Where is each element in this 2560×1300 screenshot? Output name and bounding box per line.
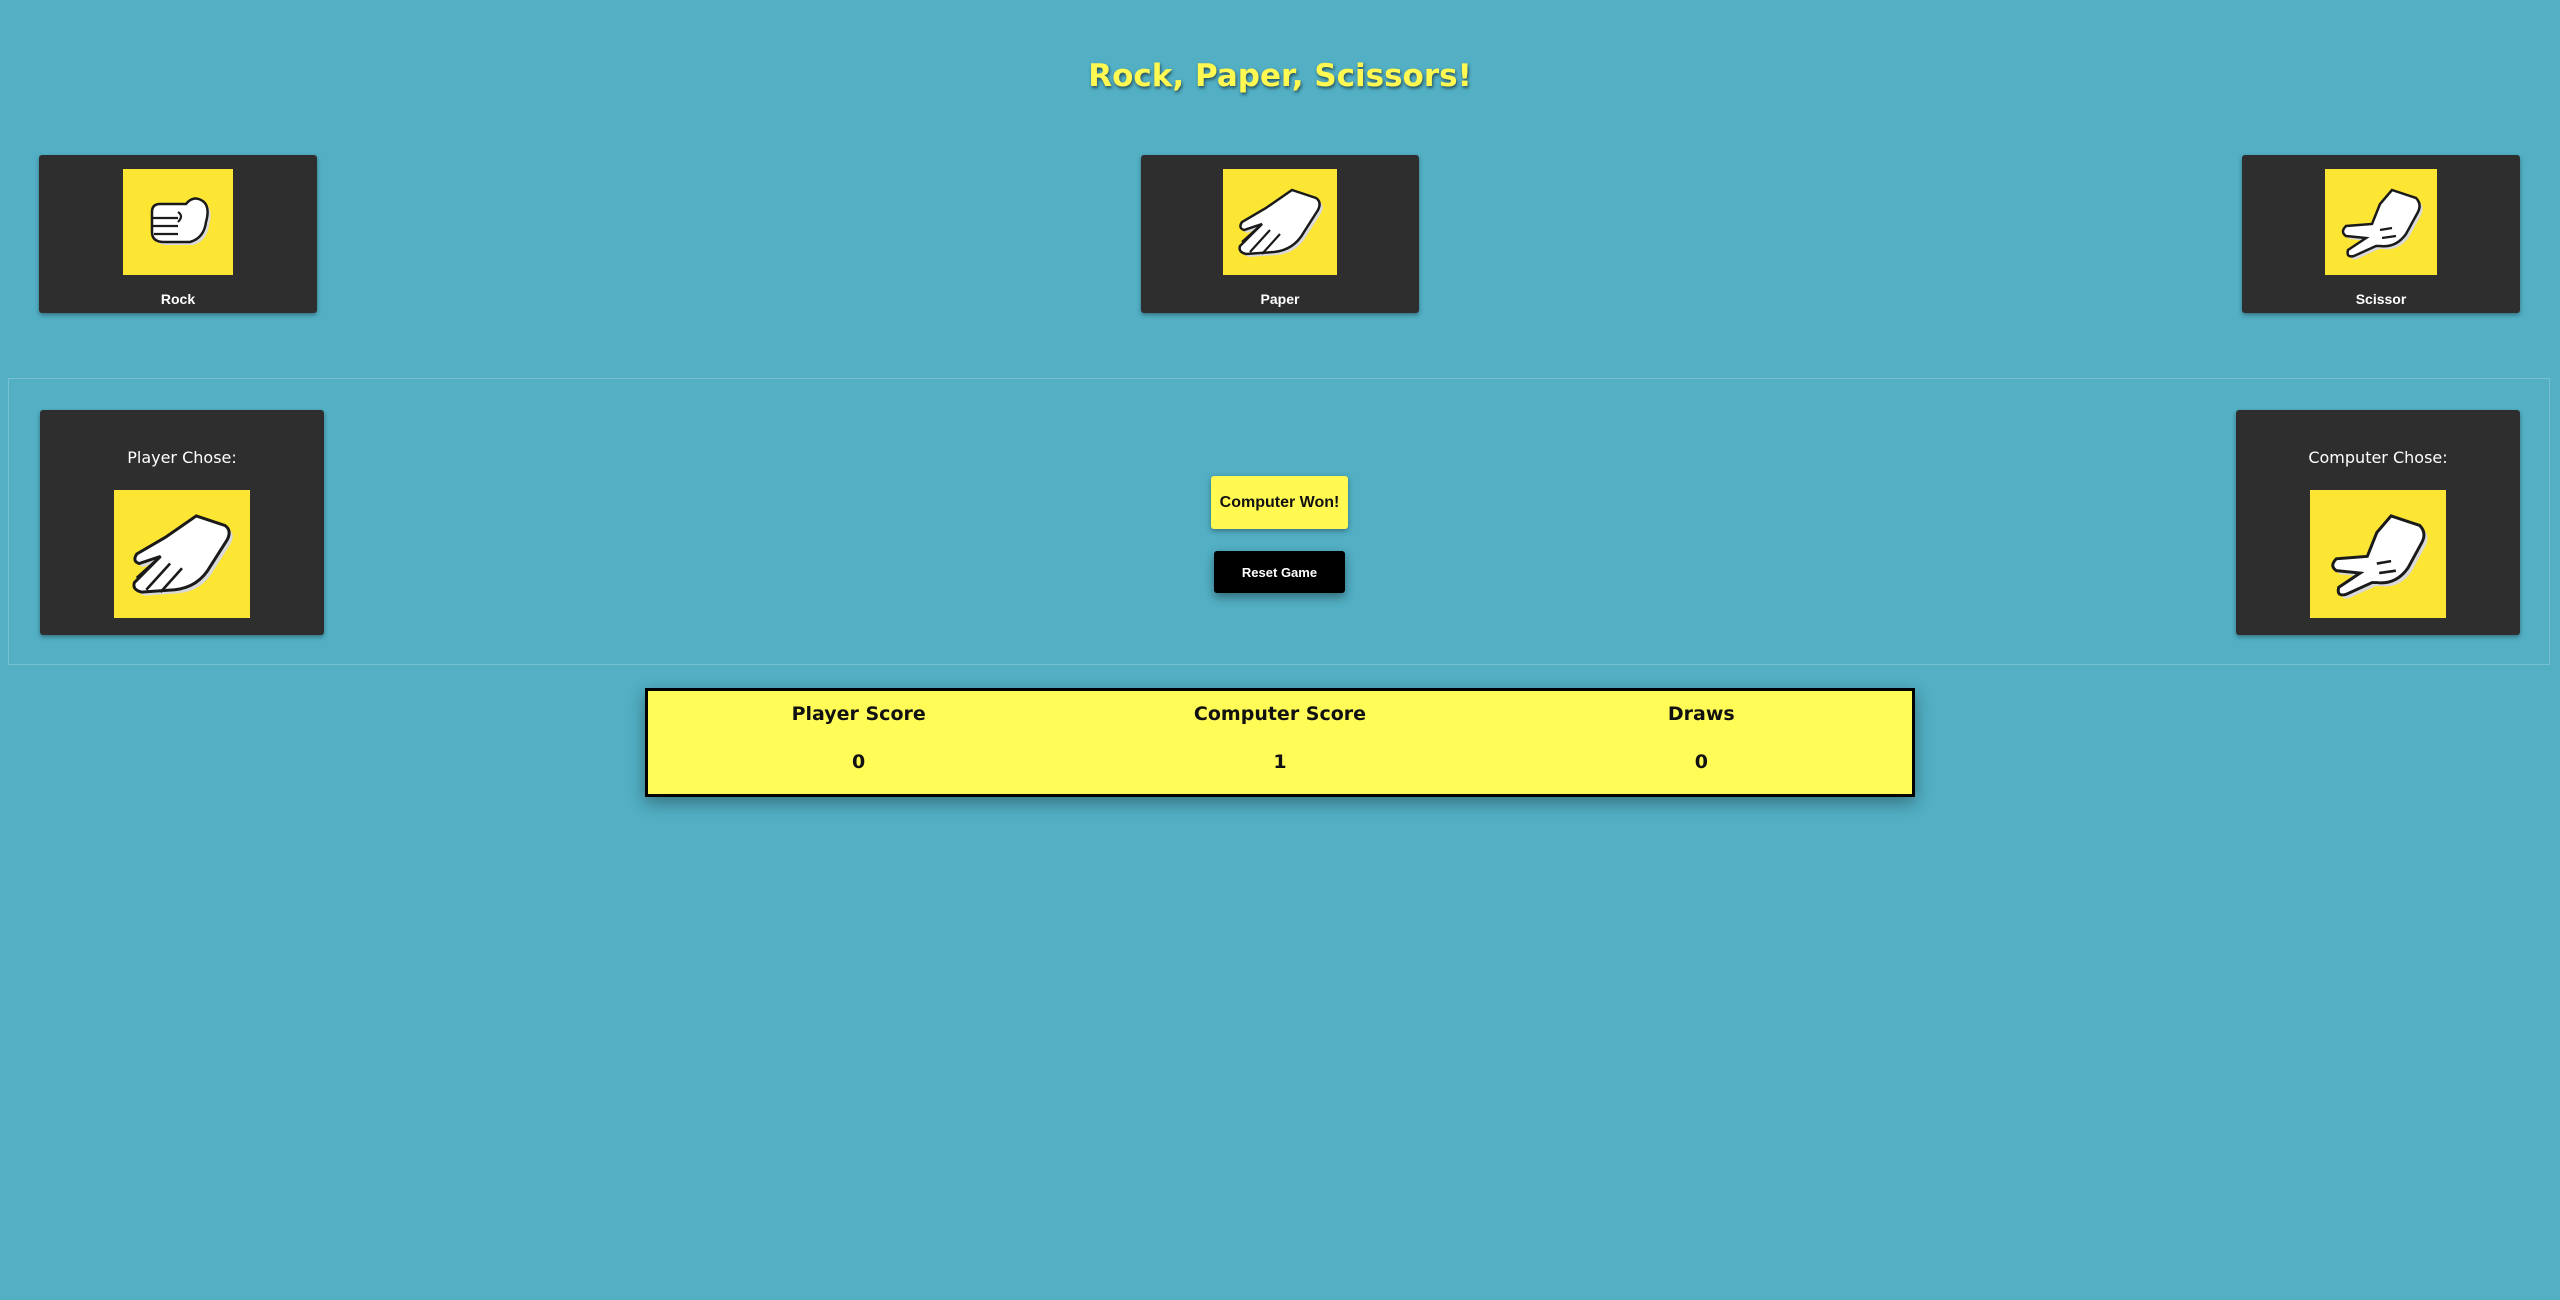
- draws-label: Draws: [1667, 703, 1735, 725]
- computer-choice-caption: Computer Chose:: [2308, 448, 2448, 467]
- scissor-hand-icon: [2310, 490, 2446, 618]
- paper-hand-icon: [114, 490, 250, 618]
- player-choice-panel: Player Chose:: [40, 410, 324, 635]
- draws-value: 0: [1694, 751, 1708, 773]
- player-score-value: 0: [852, 751, 866, 773]
- choice-scissor-label: Scissor: [2355, 291, 2407, 307]
- computer-score-value: 1: [1273, 751, 1287, 773]
- computer-score-label: Computer Score: [1193, 703, 1367, 725]
- choice-rock-button[interactable]: Rock: [39, 155, 317, 313]
- draws-column: Draws 0: [1491, 691, 1912, 794]
- scissor-hand-icon: [2325, 169, 2437, 275]
- player-choice-caption: Player Chose:: [127, 448, 237, 467]
- scoreboard: Player Score 0 Computer Score 1 Draws 0: [645, 688, 1915, 797]
- player-score-label: Player Score: [791, 703, 926, 725]
- computer-choice-panel: Computer Chose:: [2236, 410, 2520, 635]
- computer-score-column: Computer Score 1: [1069, 691, 1490, 794]
- choice-scissor-button[interactable]: Scissor: [2242, 155, 2520, 313]
- page-title: Rock, Paper, Scissors!: [1088, 58, 1472, 94]
- choice-paper-button[interactable]: Paper: [1141, 155, 1419, 313]
- result-status-badge: Computer Won!: [1211, 476, 1348, 529]
- choice-rock-label: Rock: [160, 291, 196, 307]
- rock-hand-icon: [123, 169, 233, 275]
- choice-paper-label: Paper: [1260, 291, 1300, 307]
- reset-game-button[interactable]: Reset Game: [1214, 551, 1345, 593]
- player-score-column: Player Score 0: [648, 691, 1069, 794]
- paper-hand-icon: [1223, 169, 1337, 275]
